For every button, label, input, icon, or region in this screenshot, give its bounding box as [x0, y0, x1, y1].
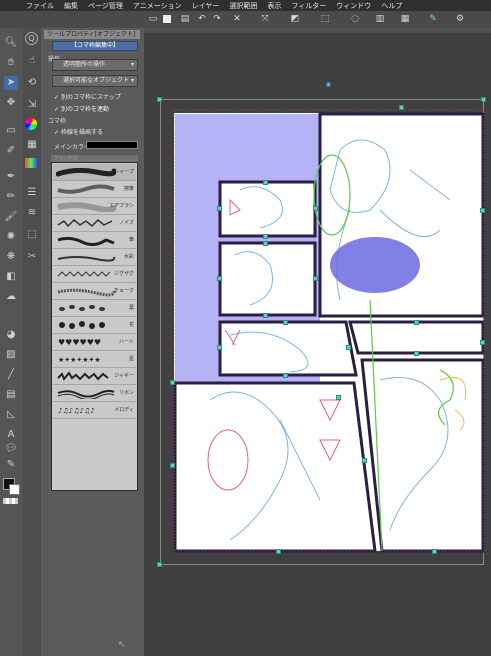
page-handle-bottom[interactable] [276, 549, 281, 554]
page-handle-left[interactable] [170, 463, 175, 468]
frame-handle[interactable] [414, 351, 419, 356]
page-handle-right[interactable] [480, 208, 485, 213]
frame-handle[interactable] [283, 373, 288, 378]
frame-handle[interactable] [217, 345, 222, 350]
canvas-handle-top-left[interactable] [157, 97, 162, 102]
frame-handle[interactable] [346, 345, 351, 350]
canvas-handle-bottom-left[interactable] [157, 562, 162, 567]
frame-handle[interactable] [480, 340, 485, 345]
page-handle-top[interactable] [399, 105, 404, 110]
frame-handle[interactable] [283, 320, 288, 325]
canvas-handle-top-right[interactable] [481, 97, 486, 102]
rotation-handle[interactable] [326, 82, 331, 87]
frame-handle[interactable] [263, 234, 268, 239]
purple-scribble [330, 237, 420, 293]
frame-handle[interactable] [170, 380, 175, 385]
frame-handle[interactable] [313, 276, 318, 281]
frame-handle[interactable] [414, 320, 419, 325]
frame-handle[interactable] [336, 395, 341, 400]
frame-handle[interactable] [263, 313, 268, 318]
frame-handle[interactable] [313, 206, 318, 211]
frame-handle[interactable] [217, 276, 222, 281]
frame-handle[interactable] [432, 549, 437, 554]
frame-handle[interactable] [362, 458, 367, 463]
frame-handle[interactable] [217, 206, 222, 211]
frame-handle[interactable] [263, 241, 268, 246]
page-artwork [173, 109, 485, 553]
frame-handle[interactable] [263, 180, 268, 185]
